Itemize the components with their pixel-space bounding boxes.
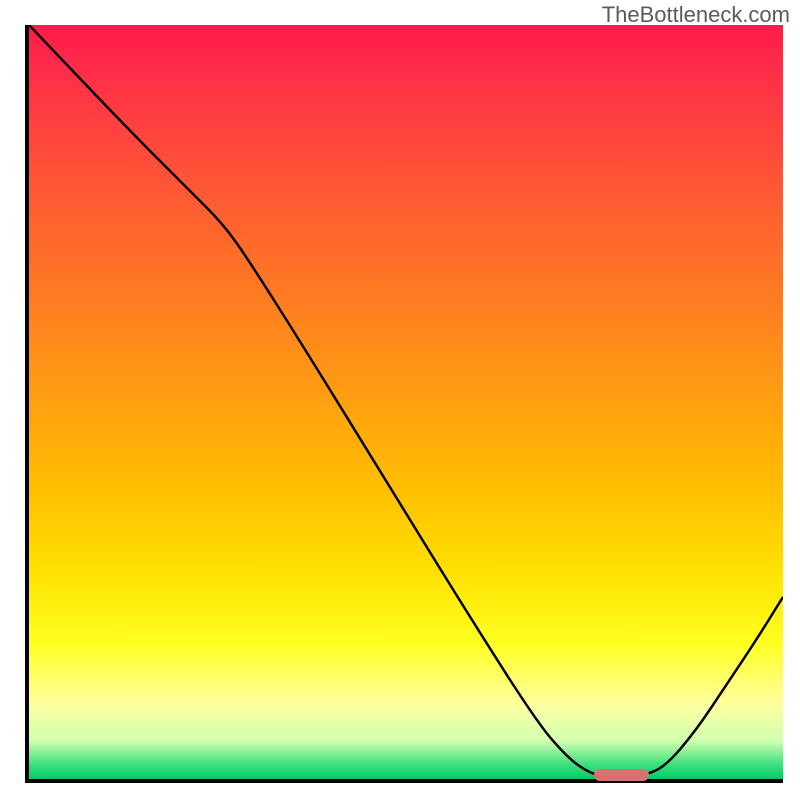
curve-layer — [29, 25, 783, 779]
plot-area — [25, 25, 783, 783]
bottleneck-curve — [29, 25, 783, 777]
optimal-range-marker — [594, 769, 649, 781]
watermark-text: TheBottleneck.com — [602, 2, 790, 28]
